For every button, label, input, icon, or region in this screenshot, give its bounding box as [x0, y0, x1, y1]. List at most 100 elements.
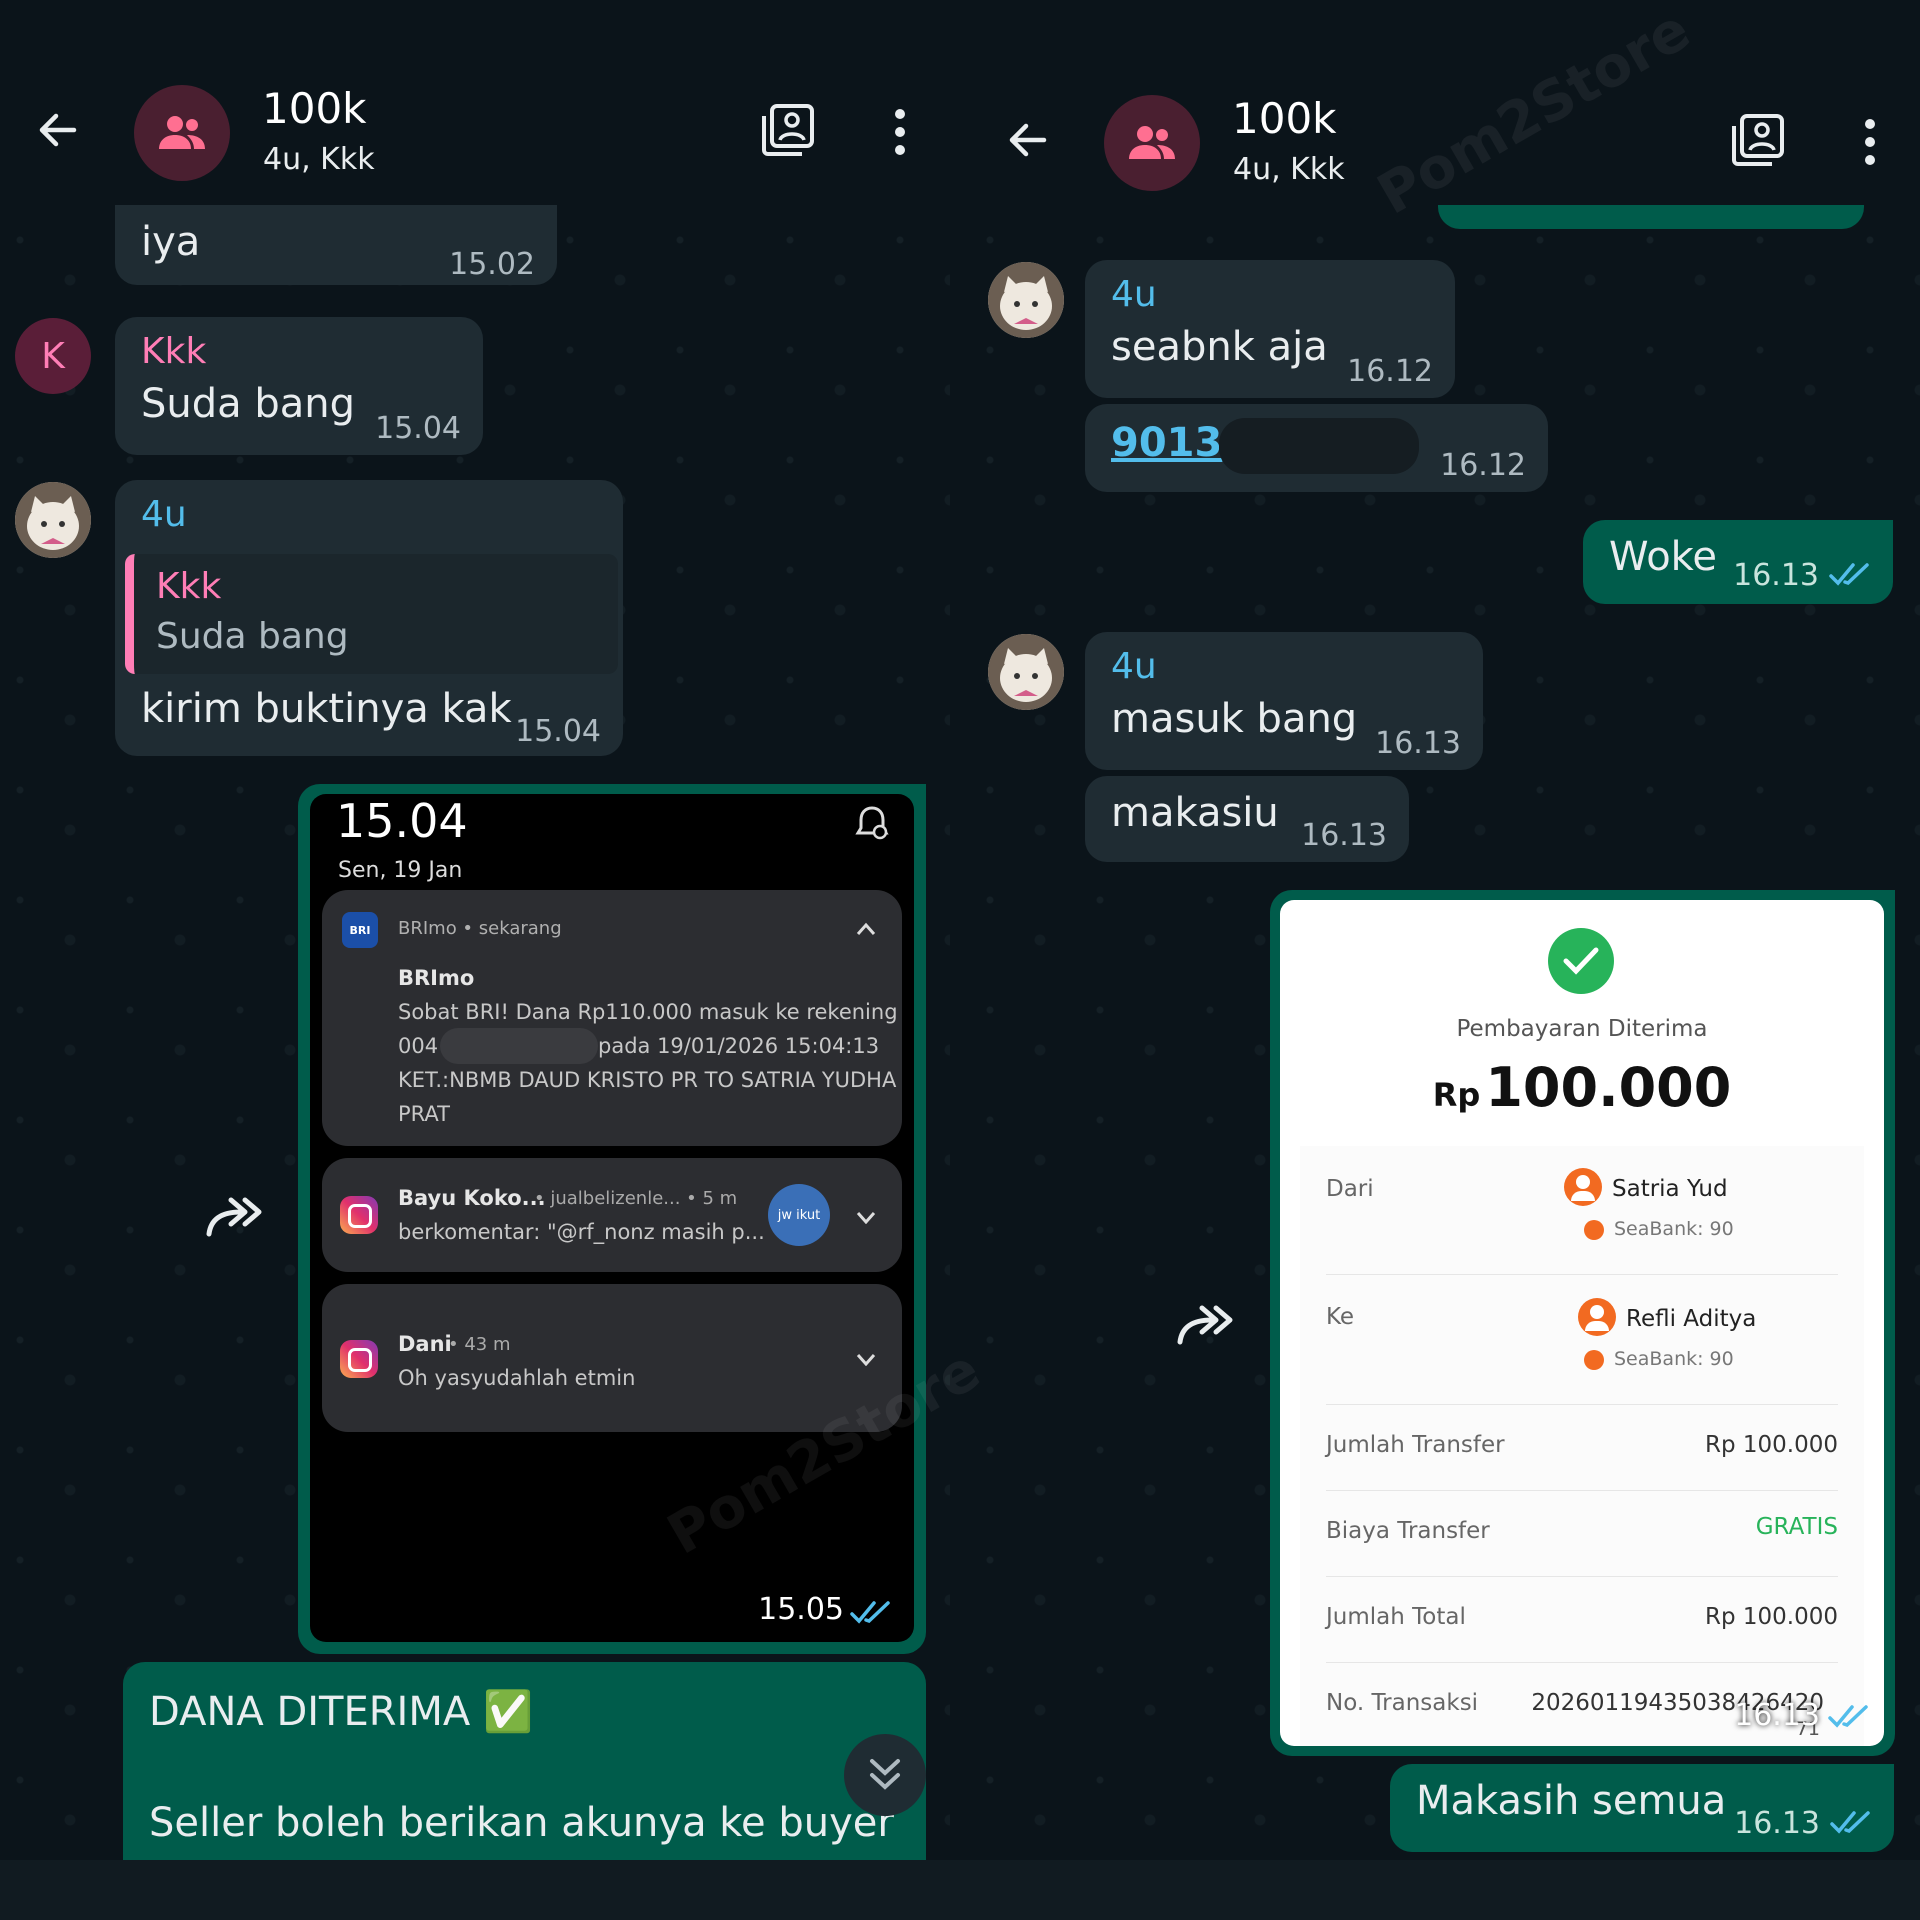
sender-avatar[interactable]: [988, 262, 1064, 338]
notification-title: Dani: [398, 1332, 452, 1356]
lock-clock: 15.04: [336, 794, 468, 848]
chat-members[interactable]: 4u, Kkk: [1233, 152, 1345, 187]
message-bubble[interactable]: makasiu 16.13: [1085, 776, 1409, 862]
notification-screenshot[interactable]: 15.04 Sen, 19 Jan BRI BRImo • sekarang B…: [310, 794, 914, 1642]
message-time: 16.12: [1347, 354, 1433, 389]
notification-brimo[interactable]: BRI BRImo • sekarang BRImo Sobat BRI! Da…: [322, 890, 902, 1146]
message-bubble[interactable]: iya 15.02: [115, 205, 557, 285]
phone-number-link[interactable]: 9013: [1111, 420, 1222, 466]
image-message[interactable]: 15.04 Sen, 19 Jan BRI BRImo • sekarang B…: [298, 784, 926, 1654]
quoted-sender: Kkk: [156, 566, 222, 607]
reply-message-bubble[interactable]: 4u Kkk Suda bang kirim buktinya kak 15.0…: [115, 480, 623, 756]
row-label: Jumlah Total: [1326, 1604, 1466, 1630]
message-bubble[interactable]: 4u seabnk aja 16.12: [1085, 260, 1455, 398]
back-arrow-icon[interactable]: [34, 106, 82, 154]
quoted-text: Suda bang: [156, 616, 349, 657]
brimo-app-icon: BRI: [342, 912, 378, 948]
instagram-icon: [340, 1340, 378, 1378]
notification-instagram[interactable]: Dani • 43 m Oh yasyudahlah etmin: [322, 1284, 902, 1432]
scroll-to-bottom-button[interactable]: [844, 1734, 926, 1816]
message-time: 15.02: [449, 247, 535, 282]
message-text: Suda bang: [141, 381, 356, 427]
message-text: Seller boleh berikan akunya ke buyer: [149, 1800, 894, 1846]
back-arrow-icon[interactable]: [1004, 116, 1052, 164]
message-text: Makasih semua: [1416, 1778, 1727, 1824]
divider: [1326, 1404, 1838, 1405]
chevron-down-icon[interactable]: [856, 1352, 876, 1366]
message-text: seabnk aja: [1111, 324, 1328, 370]
forward-icon[interactable]: [1176, 1298, 1236, 1348]
receipt-amount-value: 100.000: [1485, 1056, 1732, 1119]
media-gallery-icon[interactable]: [1730, 112, 1786, 168]
from-name: Satria Yud: [1612, 1176, 1728, 1202]
read-receipt-icon: [850, 1601, 890, 1624]
group-avatar[interactable]: [1104, 95, 1200, 191]
message-bubble[interactable]: Kkk Suda bang 15.04: [115, 317, 483, 455]
group-avatar[interactable]: [134, 85, 230, 181]
chat-members[interactable]: 4u, Kkk: [263, 142, 375, 177]
notification-instagram[interactable]: Bayu Koko... • jualbelizenle... • 5 m be…: [322, 1158, 902, 1272]
notification-text: Oh yasyudahlah etmin: [398, 1366, 636, 1390]
notification-meta: BRImo • sekarang: [398, 918, 562, 939]
sender-avatar[interactable]: [988, 634, 1064, 710]
from-label: Dari: [1326, 1176, 1374, 1202]
notification-line: KET.:NBMB DAUD KRISTO PR TO SATRIA YUDHA: [398, 1068, 897, 1092]
sender-avatar[interactable]: [15, 482, 91, 558]
quoted-message[interactable]: Kkk Suda bang: [125, 554, 618, 674]
right-chat-panel: 100k 4u, Kkk 4u seabnk aja 16.12 9013 16…: [970, 0, 1920, 1860]
redaction-blur: [1219, 418, 1419, 474]
chat-title[interactable]: 100k: [1232, 94, 1337, 143]
more-options-icon[interactable]: [890, 108, 910, 156]
notification-line: pada 19/01/2026 15:04:13: [598, 1034, 880, 1058]
sender-name[interactable]: 4u: [141, 494, 187, 535]
message-time: 15.05: [758, 1592, 844, 1627]
avatar-letter: K: [41, 335, 65, 377]
to-name: Refli Aditya: [1626, 1306, 1757, 1332]
bell-settings-icon: [855, 806, 889, 840]
notification-line: PRAT: [398, 1102, 450, 1126]
chat-title[interactable]: 100k: [262, 84, 367, 133]
from-bank: SeaBank: 90: [1614, 1218, 1734, 1240]
chevron-down-icon[interactable]: [856, 1210, 876, 1224]
receipt-currency: Rp: [1432, 1076, 1481, 1114]
message-text: DANA DITERIMA ✅: [149, 1689, 533, 1735]
notification-text: berkomentar: "@rf_nonz masih p...: [398, 1220, 765, 1244]
cat-avatar-icon: [988, 262, 1064, 338]
message-time: 16.13: [1301, 818, 1387, 853]
message-bubble[interactable]: Makasih semua 16.13: [1390, 1764, 1894, 1852]
image-message[interactable]: Pembayaran Diterima Rp 100.000 Dari Satr…: [1270, 890, 1895, 1756]
message-bubble[interactable]: 4u masuk bang 16.13: [1085, 632, 1483, 770]
divider: [1326, 1490, 1838, 1491]
double-chevron-down-icon: [870, 1759, 900, 1790]
notification-title: Bayu Koko...: [398, 1186, 546, 1210]
payment-receipt-screenshot[interactable]: Pembayaran Diterima Rp 100.000 Dari Satr…: [1280, 900, 1884, 1746]
message-time: 15.04: [375, 411, 461, 446]
notification-line: 004: [398, 1034, 439, 1058]
notification-line: Sobat BRI! Dana Rp110.000 masuk ke reken…: [398, 1000, 898, 1024]
message-bubble[interactable]: Woke 16.13: [1583, 520, 1893, 604]
cat-avatar-icon: [988, 634, 1064, 710]
group-icon: [159, 116, 205, 149]
sender-name[interactable]: 4u: [1111, 274, 1157, 315]
message-text: Woke: [1609, 534, 1718, 580]
read-receipt-icon: [1829, 563, 1869, 586]
read-receipt-icon: [1830, 1811, 1870, 1834]
sender-name[interactable]: Kkk: [141, 331, 206, 372]
media-gallery-icon[interactable]: [760, 102, 816, 158]
chevron-up-icon[interactable]: [856, 922, 876, 936]
sender-avatar[interactable]: K: [15, 318, 91, 394]
sender-name[interactable]: 4u: [1111, 646, 1157, 687]
message-time: 16.13: [1733, 558, 1819, 593]
seabank-icon: [1584, 1220, 1604, 1240]
row-label: Jumlah Transfer: [1326, 1432, 1505, 1458]
cat-avatar-icon: [15, 482, 91, 558]
message-bubble[interactable]: DANA DITERIMA ✅ Seller boleh berikan aku…: [123, 1662, 926, 1860]
divider: [1326, 1274, 1838, 1275]
more-options-icon[interactable]: [1860, 118, 1880, 166]
to-label: Ke: [1326, 1304, 1355, 1330]
forward-icon[interactable]: [205, 1190, 265, 1240]
message-bubble[interactable]: 9013 16.12: [1085, 404, 1548, 492]
message-text: iya: [141, 219, 201, 265]
message-time: 16.13: [1734, 1698, 1820, 1733]
seabank-icon: [1584, 1350, 1604, 1370]
